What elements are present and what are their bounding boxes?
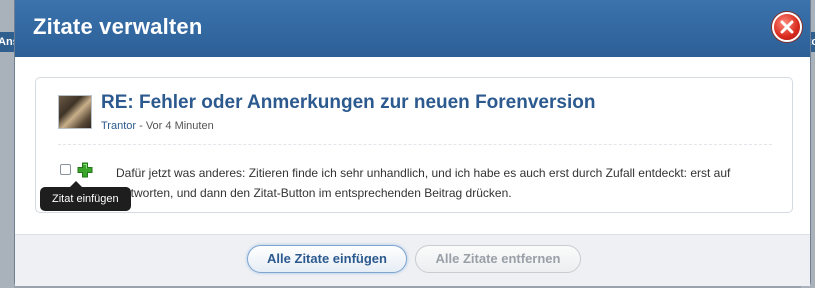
background-page-left: Ans (0, 0, 14, 288)
close-button[interactable] (772, 12, 802, 42)
background-nav-fragment: Ans (0, 32, 14, 52)
insert-all-quotes-button[interactable]: Alle Zitate einfügen (247, 245, 407, 273)
plus-icon[interactable] (77, 162, 93, 178)
insert-quote-tooltip: Zitat einfügen (40, 181, 131, 211)
dialog-footer: Alle Zitate einfügen Alle Zitate entfern… (15, 234, 810, 286)
avatar (58, 95, 92, 129)
dialog-body: RE: Fehler oder Anmerkungen zur neuen Fo… (15, 57, 810, 234)
quote-select-checkbox[interactable] (60, 164, 71, 175)
remove-all-quotes-button[interactable]: Alle Zitate entfernen (415, 245, 581, 273)
quote-time: - Vor 4 Minuten (136, 120, 214, 132)
dialog-title: Zitate verwalten (33, 14, 203, 39)
quote-text: Dafür jetzt was anderes: Zitieren finde … (116, 166, 731, 200)
manage-quotes-dialog: Zitate verwalten RE: Fehler oder Anmerku… (14, 0, 811, 286)
divider (58, 144, 772, 145)
quote-item: RE: Fehler oder Anmerkungen zur neuen Fo… (35, 77, 793, 213)
quote-author-link[interactable]: Trantor (101, 120, 136, 132)
dialog-titlebar: Zitate verwalten (15, 0, 810, 57)
quote-title[interactable]: RE: Fehler oder Anmerkungen zur neuen Fo… (101, 92, 595, 114)
quote-meta: Trantor - Vor 4 Minuten (101, 120, 214, 132)
close-icon (780, 20, 794, 34)
